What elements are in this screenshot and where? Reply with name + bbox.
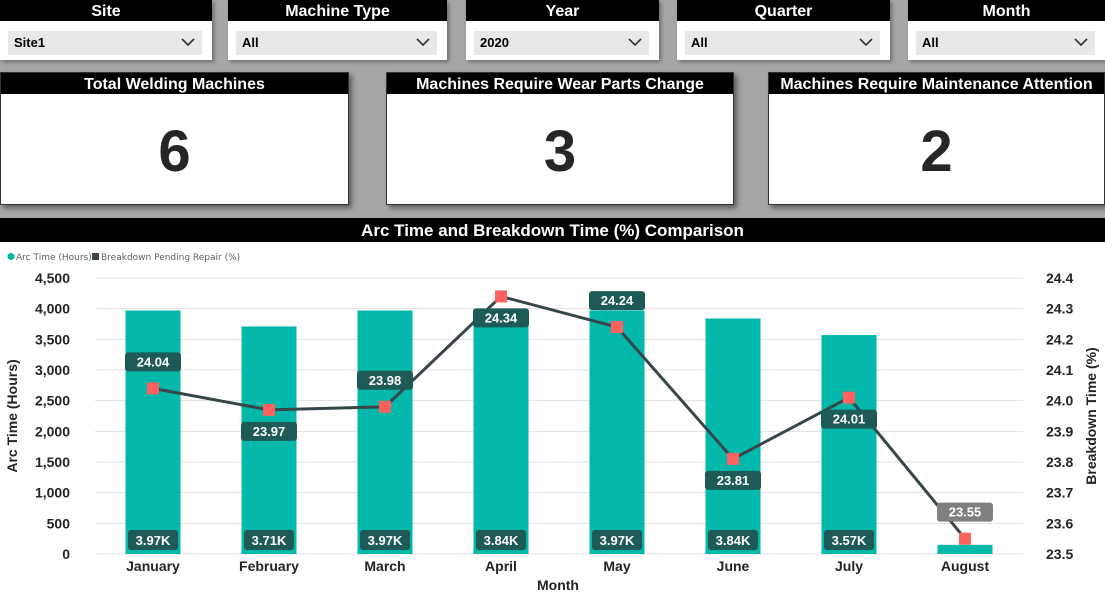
x-tick-label: June	[717, 558, 750, 574]
month-filter-label: Month	[908, 0, 1105, 21]
maintenance-attention-card: Machines Require Maintenance Attention 2	[768, 72, 1105, 205]
legend-marker-arc-time	[7, 253, 15, 260]
site-filter: Site Site1	[0, 0, 212, 60]
line-marker	[843, 391, 855, 404]
line-data-label: 23.55	[949, 505, 982, 520]
y-tick-label: 4,000	[35, 301, 70, 317]
month-dropdown-value: All	[922, 35, 939, 50]
x-tick-label: February	[239, 558, 299, 574]
y2-tick-label: 24.1	[1046, 362, 1073, 378]
machine-type-filter-label: Machine Type	[228, 0, 447, 21]
y2-tick-label: 23.8	[1046, 454, 1073, 470]
machine-type-filter: Machine Type All	[228, 0, 447, 60]
y-tick-label: 0	[62, 546, 70, 562]
month-filter: Month All	[908, 0, 1105, 60]
comparison-chart: Arc Time (Hours) Breakdown Pending Repair…	[4, 253, 1099, 593]
x-tick-label: August	[941, 558, 990, 574]
line-data-label: 23.81	[717, 473, 750, 488]
bar-data-label: 3.97K	[600, 533, 635, 548]
month-dropdown[interactable]: All	[916, 31, 1095, 55]
bar-arc-time	[473, 318, 529, 554]
y-tick-label: 1,000	[35, 485, 70, 501]
bar-data-label: 3.97K	[136, 533, 171, 548]
y-tick-label: 4,500	[35, 270, 70, 286]
machine-type-dropdown[interactable]: All	[236, 31, 437, 55]
line-marker	[959, 532, 971, 545]
y-tick-label: 1,500	[35, 454, 70, 470]
chevron-down-icon	[416, 38, 430, 47]
bar-arc-time	[357, 310, 413, 554]
y-axis-title: Arc Time (Hours)	[4, 359, 20, 472]
x-tick-label: July	[835, 558, 863, 574]
y-tick-label: 500	[47, 515, 71, 531]
bar-data-label: 3.84K	[484, 533, 519, 548]
quarter-dropdown[interactable]: All	[685, 31, 880, 55]
card-title: Machines Require Wear Parts Change	[387, 73, 733, 94]
card-value: 6	[158, 119, 191, 184]
legend-label-breakdown: Breakdown Pending Repair (%)	[101, 253, 240, 263]
card-title: Total Welding Machines	[1, 73, 348, 94]
line-marker	[495, 290, 507, 303]
site-dropdown-value: Site1	[14, 35, 46, 50]
bar-data-label: 3.97K	[368, 533, 403, 548]
bar-data-label: 3.84K	[716, 533, 751, 548]
y2-tick-label: 23.5	[1046, 546, 1073, 562]
line-marker	[263, 403, 275, 416]
machine-type-dropdown-value: All	[242, 35, 259, 50]
legend-marker-breakdown	[92, 253, 99, 260]
quarter-dropdown-value: All	[691, 35, 708, 50]
line-data-label: 23.97	[253, 424, 286, 439]
x-axis-title: Month	[537, 577, 579, 593]
quarter-filter-label: Quarter	[677, 0, 890, 21]
comparison-chart-panel: Arc Time and Breakdown Time (%) Comparis…	[0, 218, 1105, 598]
bar-arc-time	[125, 310, 181, 554]
line-data-label: 24.24	[601, 293, 634, 308]
x-tick-label: January	[126, 558, 180, 574]
y2-axis-title: Breakdown Time (%)	[1083, 347, 1099, 484]
y-tick-label: 3,500	[35, 331, 70, 347]
y2-tick-label: 24.0	[1046, 393, 1073, 409]
total-welding-machines-card: Total Welding Machines 6	[0, 72, 349, 205]
wear-parts-change-card: Machines Require Wear Parts Change 3	[386, 72, 734, 205]
x-tick-label: April	[485, 558, 517, 574]
line-data-label: 24.34	[485, 310, 518, 325]
y2-tick-label: 23.9	[1046, 423, 1073, 439]
line-marker	[727, 452, 739, 465]
chevron-down-icon	[628, 38, 642, 47]
year-dropdown[interactable]: 2020	[474, 31, 649, 55]
line-marker	[379, 400, 391, 413]
y2-tick-label: 24.2	[1046, 331, 1073, 347]
quarter-filter: Quarter All	[677, 0, 890, 60]
line-marker	[147, 382, 159, 395]
line-data-label: 23.98	[369, 373, 402, 388]
legend-label-arc-time: Arc Time (Hours)	[16, 253, 92, 263]
y-tick-label: 3,000	[35, 362, 70, 378]
y2-tick-label: 23.6	[1046, 515, 1073, 531]
bar-data-label: 3.57K	[832, 533, 867, 548]
chevron-down-icon	[1074, 38, 1088, 47]
line-marker	[611, 321, 623, 334]
year-filter-label: Year	[466, 0, 659, 21]
card-value: 3	[543, 119, 577, 184]
y-tick-label: 2,500	[35, 393, 70, 409]
x-tick-label: March	[364, 558, 405, 574]
bar-data-label: 3.71K	[252, 533, 287, 548]
card-value: 2	[920, 119, 953, 184]
bar-arc-time	[937, 544, 993, 554]
y2-tick-label: 24.3	[1046, 301, 1073, 317]
y2-tick-label: 24.4	[1046, 270, 1073, 286]
year-dropdown-value: 2020	[480, 35, 509, 50]
bar-arc-time	[821, 335, 877, 554]
y2-tick-label: 23.7	[1046, 485, 1073, 501]
y-tick-label: 2,000	[35, 423, 70, 439]
site-dropdown[interactable]: Site1	[8, 31, 202, 55]
card-title: Machines Require Maintenance Attention	[769, 73, 1104, 94]
year-filter: Year 2020	[466, 0, 659, 60]
chevron-down-icon	[181, 38, 195, 47]
site-filter-label: Site	[0, 0, 212, 21]
line-data-label: 24.04	[137, 354, 170, 369]
line-data-label: 24.01	[833, 412, 866, 427]
chevron-down-icon	[859, 38, 873, 47]
x-tick-label: May	[603, 558, 630, 574]
